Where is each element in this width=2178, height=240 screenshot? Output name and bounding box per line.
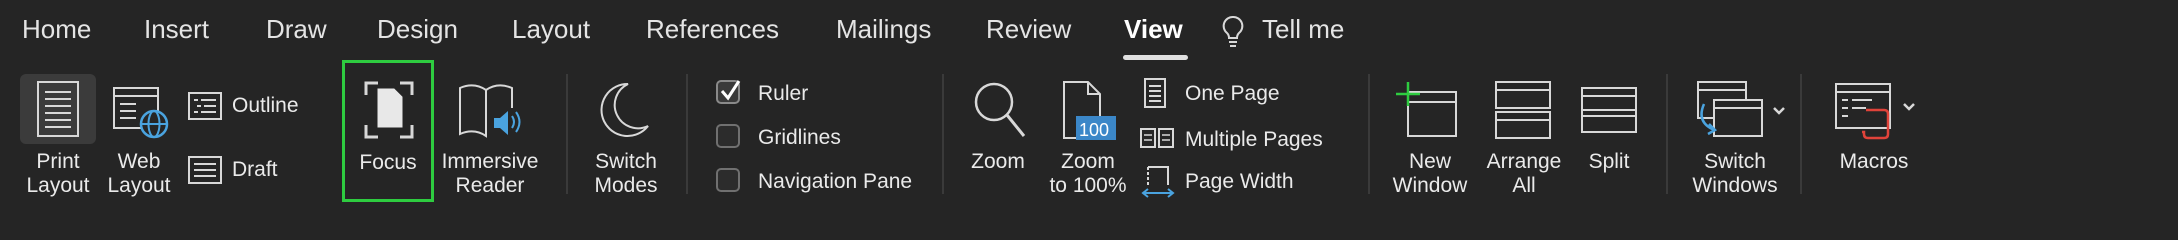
separator xyxy=(686,74,688,194)
checkmark-icon xyxy=(720,80,741,101)
tab-references[interactable]: References xyxy=(646,14,779,45)
one-page-button[interactable]: One Page xyxy=(1140,76,1340,110)
zoom-button[interactable] xyxy=(962,74,1034,144)
tab-design[interactable]: Design xyxy=(377,14,458,45)
tab-mailings[interactable]: Mailings xyxy=(836,14,931,45)
draft-button[interactable]: Draft xyxy=(186,154,316,188)
zoom-label: Zoom xyxy=(971,150,1025,173)
immersive-reader-icon xyxy=(459,84,521,138)
focus-icon xyxy=(364,81,414,139)
outline-label: Outline xyxy=(232,94,299,117)
outline-button[interactable]: Outline xyxy=(186,90,316,124)
new-window-icon xyxy=(1396,82,1457,137)
tab-insert[interactable]: Insert xyxy=(144,14,209,45)
moon-icon xyxy=(600,82,649,137)
macros-icon xyxy=(1835,83,1915,140)
switch-windows-icon xyxy=(1697,81,1785,137)
tab-draw[interactable]: Draw xyxy=(266,14,327,45)
page-width-button[interactable]: Page Width xyxy=(1140,164,1340,198)
switch-windows-button[interactable] xyxy=(1686,74,1786,144)
switch-modes-label: Switch Modes xyxy=(594,150,658,197)
print-layout-icon xyxy=(37,81,79,137)
ruler-checkbox[interactable]: Ruler xyxy=(714,78,854,108)
gridlines-checkbox[interactable]: Gridlines xyxy=(714,122,874,152)
macros-button[interactable] xyxy=(1824,74,1924,144)
print-layout-button[interactable] xyxy=(20,74,96,144)
gridlines-label: Gridlines xyxy=(758,126,841,149)
multiple-pages-icon xyxy=(1140,128,1174,148)
zoom-100-label: Zoom to 100% xyxy=(1049,150,1127,197)
switch-windows-label: Switch Windows xyxy=(1692,150,1778,197)
navigation-pane-check-box xyxy=(716,168,740,192)
focus-label: Focus xyxy=(359,151,417,174)
arrange-all-icon xyxy=(1495,81,1551,139)
macros-label: Macros xyxy=(1839,150,1909,173)
one-page-label: One Page xyxy=(1185,82,1280,105)
navigation-pane-checkbox[interactable]: Navigation Pane xyxy=(714,166,934,196)
lightbulb-icon xyxy=(1222,15,1244,47)
immersive-reader-button[interactable] xyxy=(450,74,530,144)
print-layout-label: Print Layout xyxy=(26,150,90,197)
separator xyxy=(1368,74,1370,194)
ruler-label: Ruler xyxy=(758,82,809,105)
multiple-pages-button[interactable]: Multiple Pages xyxy=(1140,122,1370,156)
page-width-icon xyxy=(1141,166,1175,198)
focus-button[interactable]: Focus xyxy=(342,60,434,202)
page-width-label: Page Width xyxy=(1185,170,1294,193)
separator xyxy=(1666,74,1668,194)
zoom-100-button[interactable]: 100 xyxy=(1050,74,1126,144)
arrange-all-label: Arrange All xyxy=(1486,150,1562,197)
active-tab-indicator xyxy=(1123,55,1188,60)
tell-me-label: Tell me xyxy=(1262,14,1345,44)
tell-me-button[interactable]: Tell me xyxy=(1216,12,1356,52)
separator xyxy=(1800,74,1802,194)
draft-label: Draft xyxy=(232,158,278,181)
magnifier-icon xyxy=(974,82,1026,137)
separator xyxy=(942,74,944,194)
separator xyxy=(566,74,568,194)
tab-view[interactable]: View xyxy=(1124,14,1183,45)
tab-review[interactable]: Review xyxy=(986,14,1071,45)
multiple-pages-label: Multiple Pages xyxy=(1185,128,1323,151)
ribbon-tab-bar: Home Insert Draw Design Layout Reference… xyxy=(0,0,2178,64)
web-layout-label: Web Layout xyxy=(107,150,171,197)
outline-icon xyxy=(188,92,222,120)
arrange-all-button[interactable] xyxy=(1486,74,1562,144)
tab-layout[interactable]: Layout xyxy=(512,14,590,45)
split-label: Split xyxy=(1588,150,1630,173)
web-layout-button[interactable] xyxy=(106,74,176,144)
split-button[interactable] xyxy=(1574,74,1644,144)
gridlines-check-box xyxy=(716,124,740,148)
split-icon xyxy=(1581,87,1637,133)
navigation-pane-label: Navigation Pane xyxy=(758,170,913,193)
immersive-reader-label: Immersive Reader xyxy=(441,150,539,197)
one-page-icon xyxy=(1144,78,1166,108)
zoom-100-badge: 100 xyxy=(1079,120,1110,140)
switch-modes-button[interactable] xyxy=(586,74,666,144)
new-window-button[interactable] xyxy=(1390,74,1470,144)
draft-icon xyxy=(188,156,222,184)
new-window-label: New Window xyxy=(1392,150,1468,197)
tab-home[interactable]: Home xyxy=(22,14,91,45)
web-layout-icon xyxy=(113,87,169,139)
